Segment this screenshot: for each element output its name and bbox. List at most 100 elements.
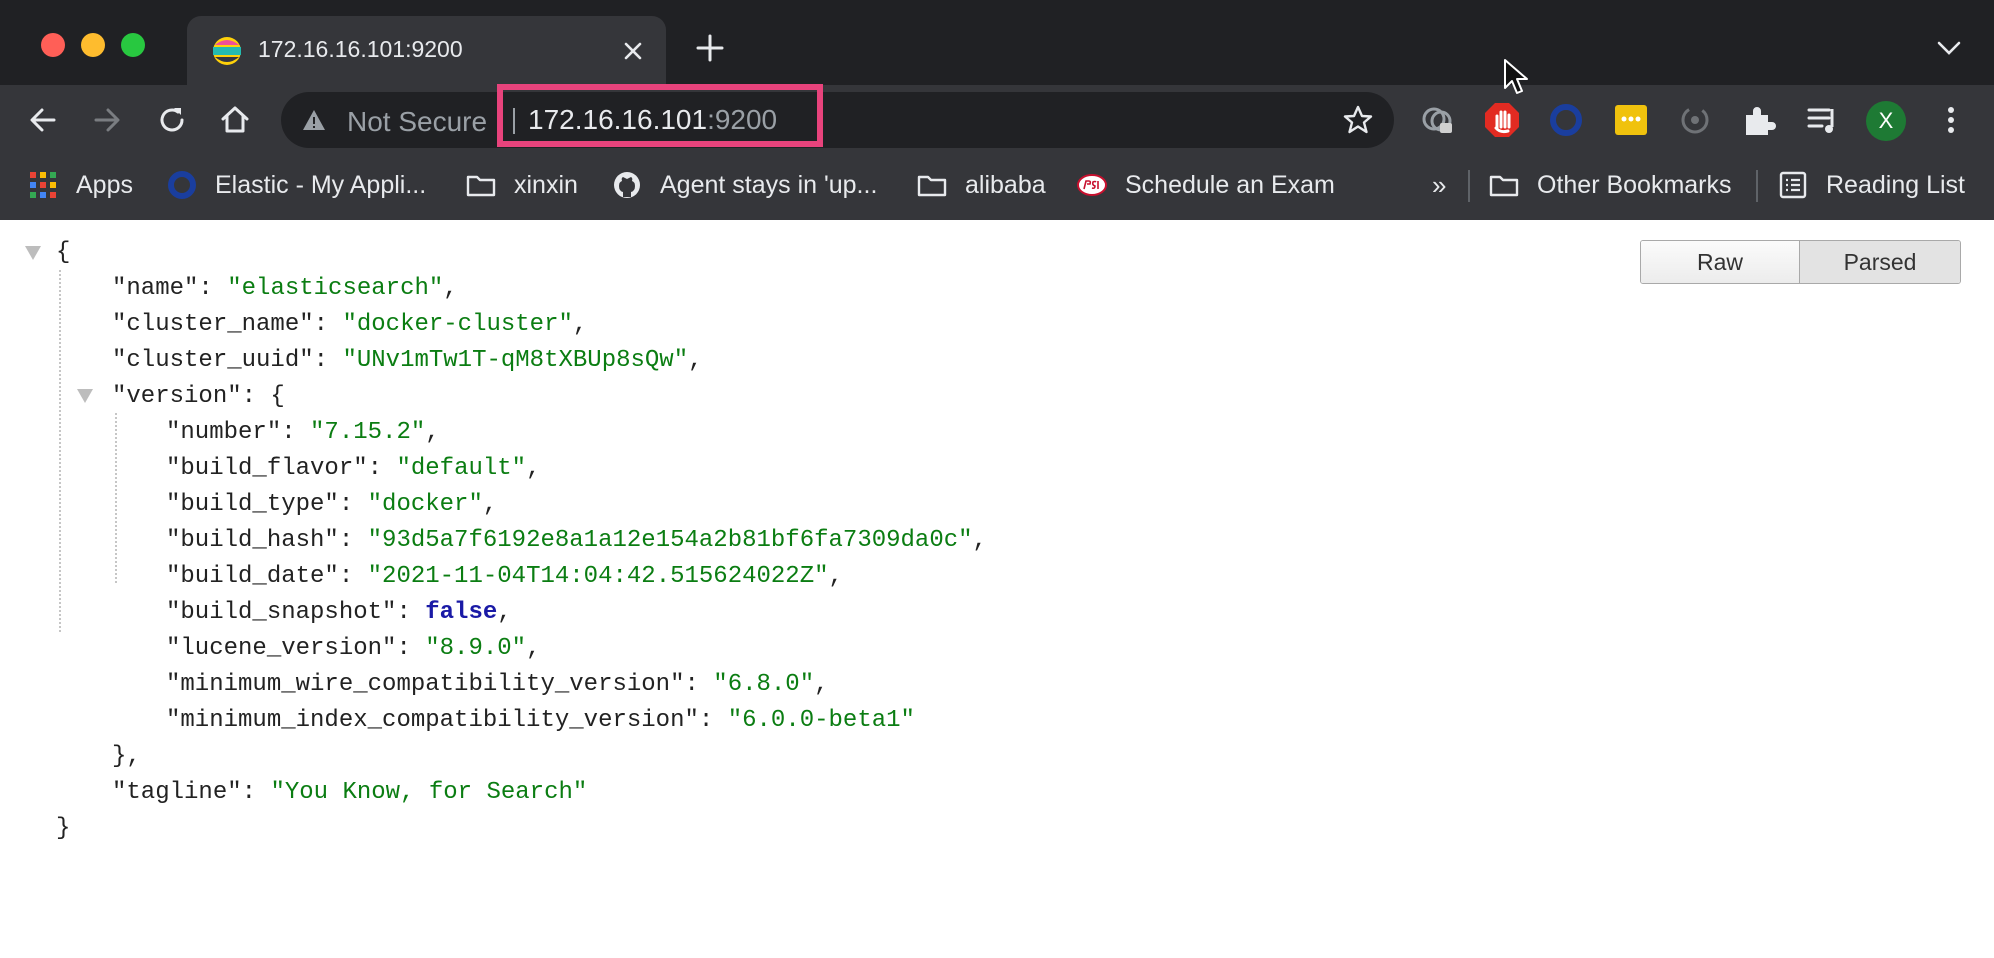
bookmark-label: Reading List xyxy=(1826,170,1965,199)
json-row-version: "version": { xyxy=(112,383,285,410)
json-boolean-value: false xyxy=(425,599,498,626)
page-content: Raw Parsed { "name": "elasticsearch", "c… xyxy=(0,220,1994,958)
bookmark-label: Agent stays in 'up... xyxy=(660,170,878,199)
reading-list-icon xyxy=(1779,171,1807,199)
bookmark-xinxin[interactable]: xinxin xyxy=(466,168,578,202)
json-row-lucene-version: "lucene_version": "8.9.0", xyxy=(166,635,541,662)
profile-avatar[interactable]: X xyxy=(1866,101,1906,141)
json-string-value: "You Know, for Search" xyxy=(270,779,588,806)
bookmark-label: Apps xyxy=(76,170,133,199)
collapse-version-toggle[interactable] xyxy=(77,389,93,403)
json-string-value: "docker" xyxy=(367,491,483,518)
elastic-o-icon xyxy=(168,171,196,199)
json-key: "build_type" xyxy=(166,491,339,518)
json-string-value: "default" xyxy=(396,455,527,482)
json-string-value: "8.9.0" xyxy=(425,635,527,662)
media-queue-icon[interactable] xyxy=(1804,101,1842,139)
bookmark-schedule-exam[interactable]: Schedule an Exam xyxy=(1077,168,1335,202)
json-key: "name" xyxy=(112,275,199,302)
raw-button[interactable]: Raw xyxy=(1641,241,1800,283)
forward-icon[interactable] xyxy=(88,101,126,139)
bookmark-star-icon[interactable] xyxy=(1341,103,1375,137)
reading-list-button[interactable]: Reading List xyxy=(1778,168,1965,202)
json-row-cluster-uuid: "cluster_uuid": "UNv1mTw1T-qM8tXBUp8sQw"… xyxy=(112,347,703,374)
new-tab-icon[interactable] xyxy=(693,31,727,65)
json-key: "tagline" xyxy=(112,779,242,806)
zoom-window-button[interactable] xyxy=(121,33,145,57)
extension-tabs-icon[interactable] xyxy=(1418,101,1456,139)
bookmark-other[interactable]: Other Bookmarks xyxy=(1489,168,1732,202)
json-key: "number" xyxy=(166,419,282,446)
close-window-button[interactable] xyxy=(41,33,65,57)
json-close-brace: } xyxy=(56,815,71,842)
view-mode-toggle: Raw Parsed xyxy=(1640,240,1961,284)
folder-icon xyxy=(466,175,496,197)
json-key: "build_flavor" xyxy=(166,455,368,482)
bookmark-apps[interactable]: Apps xyxy=(28,168,133,202)
url-text[interactable]: 172.16.16.101:9200 xyxy=(528,104,777,136)
json-key: "cluster_name" xyxy=(112,311,314,338)
home-icon[interactable] xyxy=(216,101,254,139)
json-string-value: "6.8.0" xyxy=(713,671,815,698)
json-open-brace: { xyxy=(56,239,71,266)
json-row-name: "name": "elasticsearch", xyxy=(112,275,458,302)
collapse-root-toggle[interactable] xyxy=(25,246,41,260)
security-status[interactable]: Not Secure xyxy=(347,106,487,138)
back-icon[interactable] xyxy=(24,101,62,139)
github-icon xyxy=(614,172,640,198)
json-version-close: }, xyxy=(112,743,141,770)
json-row-min-wire: "minimum_wire_compatibility_version": "6… xyxy=(166,671,829,698)
json-row-cluster-name: "cluster_name": "docker-cluster", xyxy=(112,311,588,338)
menu-kebab-icon[interactable] xyxy=(1932,101,1970,139)
warning-icon[interactable] xyxy=(302,108,326,132)
browser-toolbar: Not Secure 172.16.16.101:9200 X Apps Ela… xyxy=(0,84,1994,240)
adblock-icon[interactable] xyxy=(1483,101,1521,139)
bookmarks-separator xyxy=(1468,170,1470,202)
bookmarks-overflow-button[interactable]: » xyxy=(1432,168,1446,202)
tab-title: 172.16.16.101:9200 xyxy=(258,36,463,62)
bookmark-label: xinxin xyxy=(514,170,578,199)
json-key: "build_hash" xyxy=(166,527,339,554)
address-bar[interactable]: Not Secure 172.16.16.101:9200 xyxy=(281,84,1394,148)
json-key: "version" xyxy=(112,383,242,410)
folder-icon xyxy=(917,175,947,197)
bookmark-elastic[interactable]: Elastic - My Appli... xyxy=(167,168,426,202)
bookmark-label: Other Bookmarks xyxy=(1537,170,1732,199)
json-row-build-date: "build_date": "2021-11-04T14:04:42.51562… xyxy=(166,563,843,590)
bookmark-label: alibaba xyxy=(965,170,1046,199)
bookmark-label: Elastic - My Appli... xyxy=(215,170,427,199)
json-key: "cluster_uuid" xyxy=(112,347,314,374)
parsed-button[interactable]: Parsed xyxy=(1800,241,1960,283)
profile-initial: X xyxy=(1878,108,1894,133)
bookmark-label: Schedule an Exam xyxy=(1125,170,1335,199)
json-key: "build_date" xyxy=(166,563,339,590)
psi-icon xyxy=(1077,174,1107,196)
url-port: :9200 xyxy=(707,104,778,135)
close-tab-icon[interactable] xyxy=(616,34,650,68)
extensions-puzzle-icon[interactable] xyxy=(1740,101,1778,139)
tab-strip: 172.16.16.101:9200 xyxy=(0,0,1994,86)
o-extension-icon[interactable] xyxy=(1547,101,1585,139)
bookmark-agent[interactable]: Agent stays in 'up... xyxy=(612,168,877,202)
sync-extension-icon[interactable] xyxy=(1676,101,1714,139)
browser-tab[interactable]: 172.16.16.101:9200 xyxy=(187,16,666,86)
bookmarks-separator xyxy=(1756,170,1758,202)
json-row-min-index: "minimum_index_compatibility_version": "… xyxy=(166,707,915,734)
json-row-build-snapshot: "build_snapshot": false, xyxy=(166,599,512,626)
password-extension-icon[interactable] xyxy=(1612,101,1650,139)
json-key: "minimum_wire_compatibility_version" xyxy=(166,671,685,698)
bookmark-alibaba[interactable]: alibaba xyxy=(917,168,1046,202)
apps-grid-icon xyxy=(30,172,56,198)
reload-icon[interactable] xyxy=(153,101,191,139)
minimize-window-button[interactable] xyxy=(81,33,105,57)
json-row-build-type: "build_type": "docker", xyxy=(166,491,498,518)
elastic-icon xyxy=(213,37,241,65)
json-row-number: "number": "7.15.2", xyxy=(166,419,440,446)
json-string-value: "93d5a7f6192e8a1a12e154a2b81bf6fa7309da0… xyxy=(367,527,973,554)
tab-search-chevron-icon[interactable] xyxy=(1934,36,1964,60)
json-string-value: "elasticsearch" xyxy=(227,275,444,302)
json-string-value: "UNv1mTw1T-qM8tXBUp8sQw" xyxy=(342,347,689,374)
json-key: "build_snapshot" xyxy=(166,599,397,626)
json-key: "lucene_version" xyxy=(166,635,397,662)
json-row-tagline: "tagline": "You Know, for Search" xyxy=(112,779,588,806)
